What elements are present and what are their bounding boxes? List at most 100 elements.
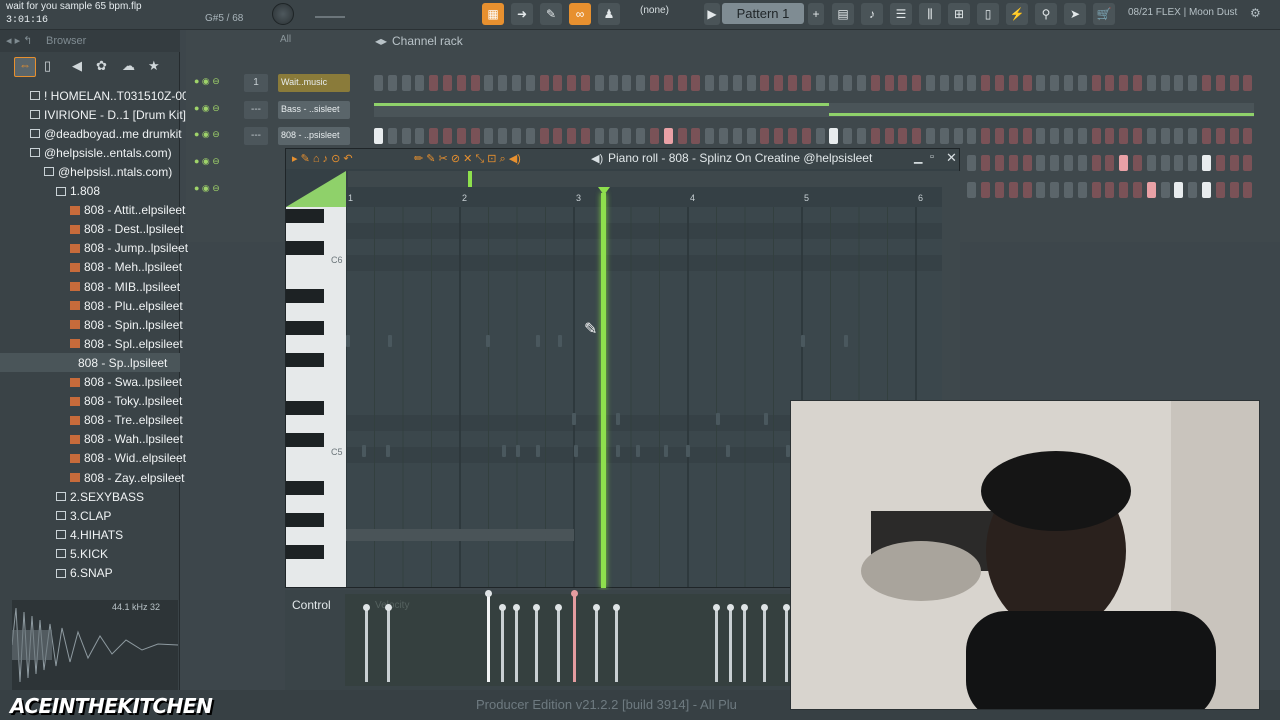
step-button[interactable] (650, 128, 659, 144)
black-key[interactable] (286, 481, 324, 495)
step-button[interactable] (525, 128, 535, 144)
step-button[interactable] (995, 75, 1004, 91)
velocity-handle[interactable] (593, 604, 600, 611)
step-button[interactable] (470, 128, 480, 144)
step-button[interactable] (1188, 155, 1198, 171)
step-button[interactable] (1050, 155, 1060, 171)
step-button[interactable] (429, 128, 439, 144)
velocity-bar[interactable] (487, 594, 490, 682)
channel-name-button[interactable]: Wait..music (278, 74, 350, 92)
browser-all-icon[interactable]: ⇔ (14, 57, 36, 77)
browser-file-item[interactable]: 808 - Toky..lpsileet (0, 392, 182, 411)
step-button[interactable] (732, 75, 742, 91)
velocity-handle[interactable] (761, 604, 768, 611)
plugin-icon[interactable]: ⚡ (1006, 3, 1028, 25)
step-button[interactable] (691, 128, 701, 144)
step-button[interactable] (1243, 75, 1253, 91)
step-button[interactable] (1202, 75, 1211, 91)
step-button[interactable] (1036, 128, 1046, 144)
step-button[interactable] (553, 128, 563, 144)
step-button[interactable] (1215, 75, 1225, 91)
step-button[interactable] (746, 128, 756, 144)
browser-file-item[interactable]: 808 - Swa..lpsileet (0, 373, 182, 392)
step-button[interactable] (581, 128, 590, 144)
step-button[interactable] (801, 128, 811, 144)
step-button[interactable] (926, 75, 935, 91)
step-button[interactable] (1146, 75, 1156, 91)
playhead[interactable] (601, 193, 606, 588)
step-button[interactable] (815, 75, 825, 91)
timeline-ruler[interactable]: 1 2 3 4 5 6 (348, 189, 942, 207)
step-button[interactable] (1174, 128, 1184, 144)
stamp-icon[interactable]: ♟ (598, 3, 620, 25)
step-button[interactable] (719, 75, 728, 91)
channel-mute-icon[interactable]: ● ◉ ⊖ (194, 129, 220, 140)
black-key[interactable] (286, 513, 324, 527)
step-button[interactable] (1160, 128, 1170, 144)
step-button[interactable] (1022, 155, 1032, 171)
step-button[interactable] (788, 128, 797, 144)
velocity-bar[interactable] (763, 608, 766, 682)
step-button[interactable] (1215, 182, 1225, 198)
channel-mute-icon[interactable]: ● ◉ ⊖ (194, 103, 220, 114)
step-button[interactable] (705, 75, 715, 91)
step-button[interactable] (912, 75, 922, 91)
step-button[interactable] (884, 75, 894, 91)
step-button[interactable] (1202, 128, 1211, 144)
step-button[interactable] (1133, 75, 1142, 91)
step-button[interactable] (1160, 75, 1170, 91)
step-button[interactable] (401, 128, 411, 144)
velocity-bar[interactable] (535, 608, 538, 682)
step-button[interactable] (898, 75, 908, 91)
browser-folder-item[interactable]: @deadboyad..me drumkit (0, 124, 182, 143)
step-button[interactable] (1091, 155, 1101, 171)
step-button[interactable] (870, 128, 880, 144)
step-button[interactable] (967, 155, 977, 171)
snap-select[interactable]: (none) (640, 5, 698, 21)
piano-roll-icon[interactable]: ♪ (861, 3, 883, 25)
channel-mute-icon[interactable]: ● ◉ ⊖ (194, 183, 220, 194)
shop-icon[interactable]: 🛒 (1093, 3, 1115, 25)
arrow-right-icon[interactable]: ➜ (511, 3, 533, 25)
pr-tools-icons[interactable]: ✏ ✎ ✂ ⊘ ✕ ⤡ ⊡ ⌕ ◀) (414, 152, 521, 166)
velocity-handle[interactable] (571, 590, 578, 597)
browser-file-item[interactable]: 808 - Spin..lpsileet (0, 315, 183, 334)
step-button[interactable] (1229, 182, 1239, 198)
browser-folder-item[interactable]: 4.HIHATS (0, 525, 123, 544)
minimize-icon[interactable]: ▁ (914, 151, 922, 164)
step-button[interactable] (456, 75, 466, 91)
master-pitch-slider[interactable] (315, 8, 345, 18)
velocity-bar[interactable] (387, 608, 390, 682)
velocity-bar[interactable] (785, 608, 788, 682)
velocity-handle[interactable] (555, 604, 562, 611)
step-button[interactable] (1091, 182, 1101, 198)
step-button[interactable] (512, 75, 521, 91)
step-button[interactable] (1050, 75, 1060, 91)
velocity-handle[interactable] (783, 604, 790, 611)
browser-folder-item[interactable]: @helpsisl..ntals.com) (0, 162, 172, 181)
piano-roll-titlebar[interactable]: ▸ ✎ ⌂ ♪ ⊙ ↶ ✏ ✎ ✂ ⊘ ✕ ⤡ ⊡ ⌕ ◀) ◀) Piano … (286, 149, 959, 169)
step-button[interactable] (981, 75, 991, 91)
velocity-handle[interactable] (727, 604, 734, 611)
step-button[interactable] (539, 128, 549, 144)
step-button[interactable] (1243, 155, 1253, 171)
step-button[interactable] (926, 128, 935, 144)
black-key[interactable] (286, 321, 324, 335)
black-key[interactable] (286, 241, 324, 255)
channel-filter[interactable]: All (280, 34, 291, 45)
step-button[interactable] (995, 182, 1004, 198)
step-button[interactable] (1064, 155, 1073, 171)
step-button[interactable] (1036, 75, 1046, 91)
settings-icon[interactable]: ⚙ (1250, 6, 1261, 20)
black-key[interactable] (286, 289, 324, 303)
step-button[interactable] (1188, 182, 1198, 198)
step-button[interactable] (415, 128, 425, 144)
step-button[interactable] (995, 128, 1004, 144)
step-button[interactable] (1215, 128, 1225, 144)
pattern-select[interactable]: Pattern 1 (722, 3, 804, 24)
scroll-bar[interactable] (348, 171, 942, 187)
step-button[interactable] (387, 128, 397, 144)
step-button[interactable] (1064, 128, 1073, 144)
step-button[interactable] (498, 128, 508, 144)
step-button[interactable] (801, 75, 811, 91)
